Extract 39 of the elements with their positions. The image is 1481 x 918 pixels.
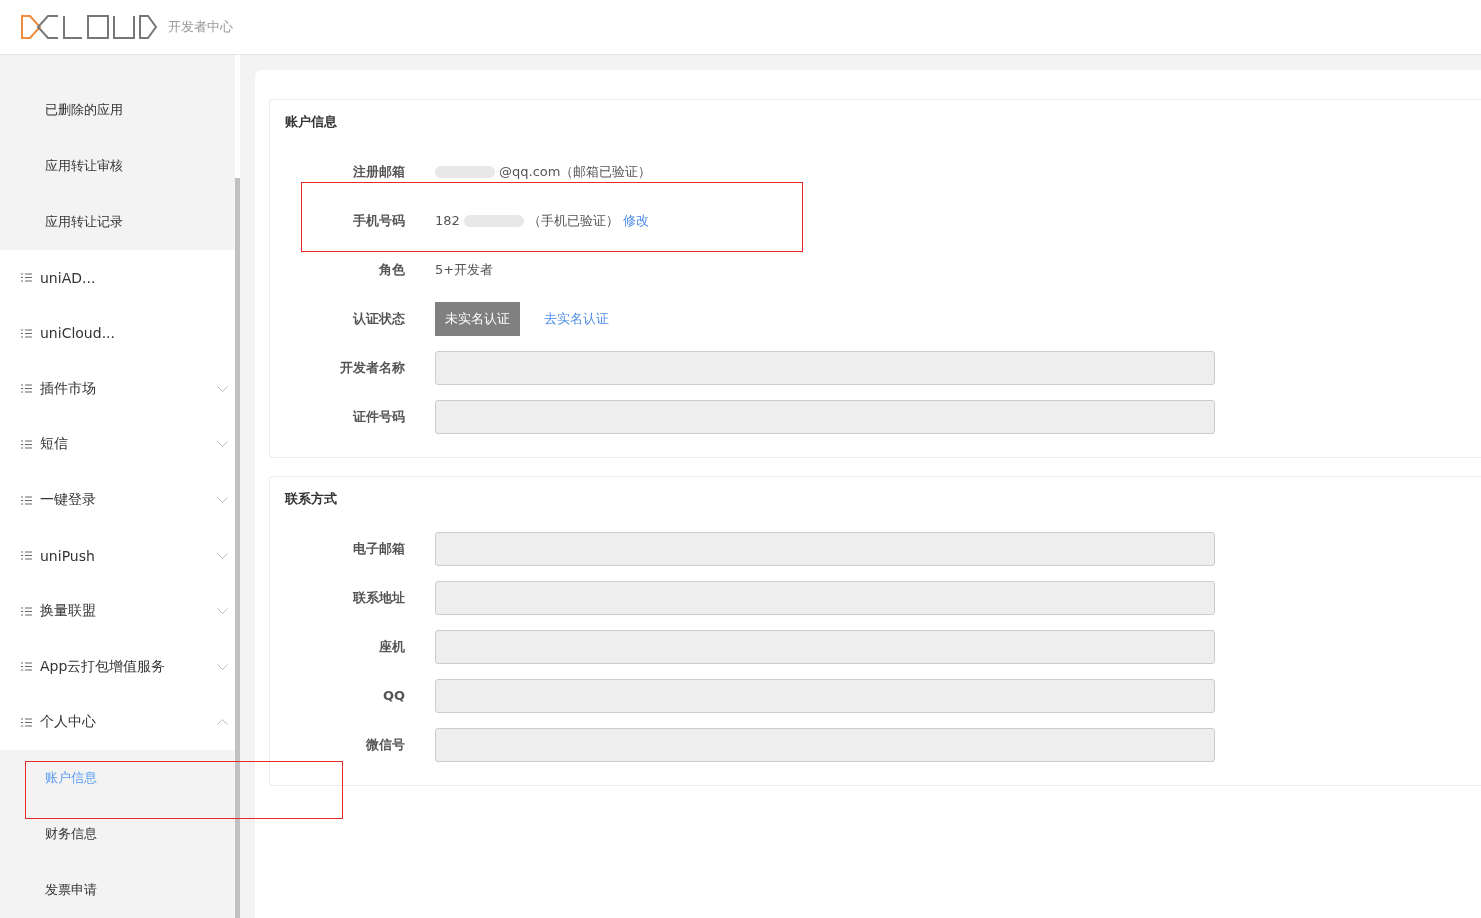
list-icon [21,384,32,394]
scrollbar[interactable] [235,178,240,918]
field-label: 座机 [378,637,406,656]
list-icon [21,273,32,283]
list-icon [21,606,32,616]
field-label: 证件号码 [351,407,406,426]
list-icon [21,495,32,505]
list-icon [21,328,32,338]
field-label: 联系地址 [352,588,406,607]
list-icon [21,717,32,727]
sidebar-menu-item[interactable]: 个人中心 [0,694,235,751]
field-label: 角色 [378,260,406,279]
field-label: 认证状态 [352,309,406,328]
sidebar-menu-item[interactable]: uniAD... [0,250,235,306]
list-icon [21,662,32,672]
section-title: 联系方式 [285,490,338,508]
field-label: 电子邮箱 [352,539,406,558]
section-title: 账户信息 [285,113,338,131]
field-value: @qq.com（邮箱已验证） [499,162,652,181]
field-label: QQ [381,688,406,703]
field-label: 手机号码 [352,211,406,230]
field-label: 微信号 [365,735,406,754]
field-value: 5+开发者 [435,260,494,279]
sidebar-menu-item[interactable]: 插件市场 [0,361,235,417]
sidebar-menu-item[interactable]: 短信 [0,416,235,473]
status-badge: 未实名认证 [435,301,520,336]
list-icon [21,439,32,449]
sidebar-menu-item[interactable]: uniPush [0,527,235,584]
site-subtitle: 开发者中心 [168,18,233,36]
field-label: 开发者名称 [339,358,406,377]
sidebar-menu-item[interactable]: App云打包增值服务 [0,638,235,695]
sidebar-menu-item[interactable]: 一键登录 [0,472,235,528]
field-value: 182 [435,213,460,228]
edit-link[interactable]: 修改 [622,211,649,230]
sidebar-menu-item[interactable]: uniCloud... [0,305,235,362]
sidebar-menu-item[interactable]: 换量联盟 [0,583,235,639]
field-label: 注册邮箱 [352,162,406,181]
field-value: （手机已验证） [527,211,619,230]
list-icon [21,551,32,561]
